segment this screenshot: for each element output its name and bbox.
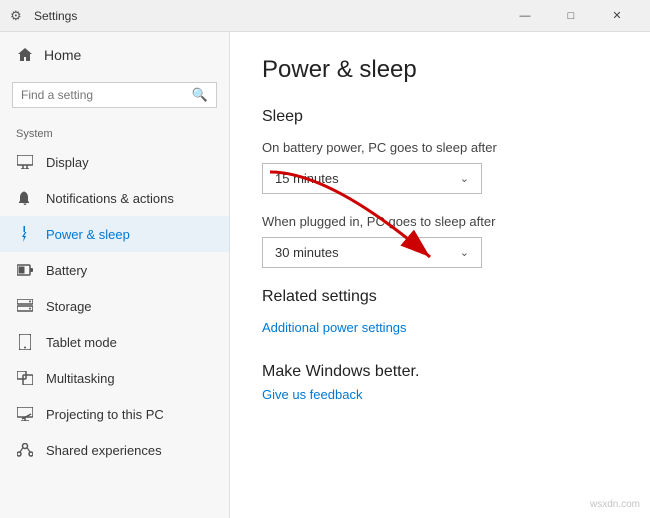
- related-settings: Related settings Additional power settin…: [262, 288, 618, 343]
- maximize-button[interactable]: □: [548, 0, 594, 32]
- multitasking-icon: [16, 369, 34, 387]
- make-better-title: Make Windows better.: [262, 363, 618, 381]
- sidebar-item-battery[interactable]: Battery: [0, 252, 229, 288]
- watermark: wsxdn.com: [590, 499, 640, 510]
- sidebar-item-power[interactable]: Power & sleep: [0, 216, 229, 252]
- close-button[interactable]: ✕: [594, 0, 640, 32]
- display-icon: [16, 153, 34, 171]
- titlebar-title: Settings: [34, 9, 502, 23]
- make-better-section: Make Windows better. Give us feedback: [262, 363, 618, 410]
- settings-icon: ⚙: [10, 8, 26, 24]
- sidebar-item-storage[interactable]: Storage: [0, 288, 229, 324]
- main-content: Power & sleep Sleep On battery power, PC…: [230, 32, 650, 518]
- search-input[interactable]: [21, 88, 192, 102]
- feedback-link[interactable]: Give us feedback: [262, 387, 362, 402]
- additional-power-settings-link[interactable]: Additional power settings: [262, 320, 407, 335]
- sleep-section-title: Sleep: [262, 108, 618, 126]
- home-icon: [16, 46, 34, 64]
- sidebar-home[interactable]: Home: [0, 32, 229, 78]
- battery-icon: [16, 261, 34, 279]
- display-label: Display: [46, 155, 89, 170]
- sidebar-item-tablet[interactable]: Tablet mode: [0, 324, 229, 360]
- plugged-sleep-dropdown[interactable]: 30 minutes ⌄: [262, 237, 482, 268]
- storage-label: Storage: [46, 299, 92, 314]
- sidebar-item-display[interactable]: Display: [0, 144, 229, 180]
- sidebar-section-label: System: [0, 120, 229, 144]
- notifications-icon: [16, 189, 34, 207]
- projecting-icon: [16, 405, 34, 423]
- minimize-button[interactable]: —: [502, 0, 548, 32]
- plugged-setting-label: When plugged in, PC goes to sleep after: [262, 214, 618, 229]
- shared-icon: [16, 441, 34, 459]
- sidebar-item-notifications[interactable]: Notifications & actions: [0, 180, 229, 216]
- window-controls: — □ ✕: [502, 0, 640, 32]
- battery-sleep-value: 15 minutes: [275, 171, 339, 186]
- battery-setting-label: On battery power, PC goes to sleep after: [262, 140, 618, 155]
- sidebar-item-multitasking[interactable]: Multitasking: [0, 360, 229, 396]
- power-icon: [16, 225, 34, 243]
- sidebar-item-projecting[interactable]: Projecting to this PC: [0, 396, 229, 432]
- tablet-icon: [16, 333, 34, 351]
- shared-label: Shared experiences: [46, 443, 162, 458]
- search-icon[interactable]: 🔍: [192, 87, 208, 103]
- sidebar: Home 🔍 System Display: [0, 32, 230, 518]
- notifications-label: Notifications & actions: [46, 191, 174, 206]
- sidebar-item-shared[interactable]: Shared experiences: [0, 432, 229, 468]
- power-label: Power & sleep: [46, 227, 130, 242]
- projecting-label: Projecting to this PC: [46, 407, 164, 422]
- plugged-dropdown-arrow: ⌄: [460, 246, 469, 259]
- battery-label: Battery: [46, 263, 87, 278]
- page-title: Power & sleep: [262, 56, 618, 84]
- search-box[interactable]: 🔍: [12, 82, 217, 108]
- storage-icon: [16, 297, 34, 315]
- home-label: Home: [44, 47, 81, 63]
- battery-dropdown-arrow: ⌄: [460, 172, 469, 185]
- battery-sleep-dropdown[interactable]: 15 minutes ⌄: [262, 163, 482, 194]
- plugged-sleep-value: 30 minutes: [275, 245, 339, 260]
- multitasking-label: Multitasking: [46, 371, 115, 386]
- tablet-label: Tablet mode: [46, 335, 117, 350]
- related-settings-title: Related settings: [262, 288, 618, 306]
- titlebar: ⚙ Settings — □ ✕: [0, 0, 650, 32]
- app-container: Home 🔍 System Display: [0, 32, 650, 518]
